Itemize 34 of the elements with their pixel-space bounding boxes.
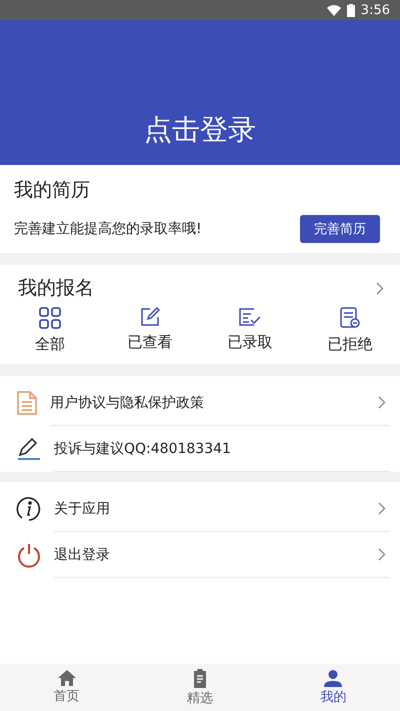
chevron-icon bbox=[378, 396, 386, 409]
document-minus-icon bbox=[340, 307, 360, 329]
checklist-icon bbox=[238, 307, 262, 327]
document-icon bbox=[16, 391, 38, 415]
grid-icon bbox=[39, 307, 61, 329]
home-icon bbox=[58, 670, 76, 686]
power-icon bbox=[16, 542, 42, 568]
menu-item[interactable]: 用户协议与隐私保护政策 bbox=[50, 394, 204, 412]
battery-icon bbox=[346, 4, 355, 16]
chevron-icon bbox=[378, 502, 386, 515]
wifi-icon bbox=[326, 4, 341, 16]
edit-icon bbox=[140, 307, 160, 327]
chevron-icon bbox=[378, 548, 386, 561]
clipboard-icon bbox=[192, 668, 208, 688]
tab-label[interactable]: 我的 bbox=[320, 688, 346, 706]
tab-label[interactable]: 精选 bbox=[186, 688, 213, 706]
filter-link[interactable]: 已录取 bbox=[228, 333, 272, 352]
login-link[interactable]: 点击登录 bbox=[144, 111, 256, 149]
menu-item[interactable]: 退出登录 bbox=[54, 546, 110, 564]
menu-item[interactable]: 投诉与建议QQ:480183341 bbox=[54, 440, 231, 458]
pencil-icon bbox=[16, 436, 42, 462]
signup-title: 我的报名 bbox=[18, 276, 94, 301]
filter-link[interactable]: 已拒绝 bbox=[328, 335, 372, 354]
info-icon bbox=[16, 496, 42, 522]
status-time: 3:56 bbox=[360, 2, 390, 18]
filter-link[interactable]: 已查看 bbox=[128, 333, 172, 352]
tab-label[interactable]: 首页 bbox=[54, 687, 80, 705]
resume-hint: 完善建立能提高您的录取率哦! bbox=[14, 220, 202, 238]
chevron-icon bbox=[376, 282, 384, 294]
menu-item[interactable]: 关于应用 bbox=[54, 500, 110, 518]
resume-title: 我的简历 bbox=[14, 179, 90, 201]
filter-link[interactable]: 全部 bbox=[35, 335, 65, 354]
complete-resume-button[interactable]: 完善简历 bbox=[300, 215, 380, 243]
person-icon bbox=[324, 670, 342, 686]
